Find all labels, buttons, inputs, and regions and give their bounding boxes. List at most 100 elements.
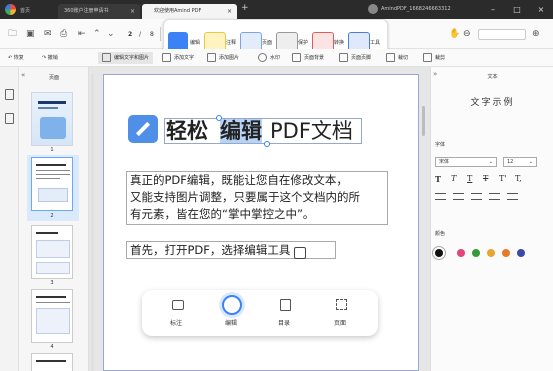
add-text-icon (162, 53, 171, 62)
page-background-button[interactable]: 页面背景 (292, 52, 324, 64)
add-text-button[interactable]: 添加文字 (162, 52, 194, 64)
up-icon[interactable]: ⌃ (93, 28, 101, 40)
edit-label: 添加图片 (219, 55, 240, 61)
page-thumbnail-5[interactable] (31, 353, 73, 371)
edit-text-image-button[interactable]: 编辑文字和图片 (98, 52, 154, 64)
edit-label: 裁切 (398, 55, 409, 61)
zoom-input[interactable] (478, 29, 526, 40)
pages-tool-icon (336, 299, 347, 310)
page-thumbnail-3[interactable] (31, 225, 73, 279)
tab-document-2[interactable]: 欢迎使用Amind PDF × (142, 4, 237, 19)
ribbon-label: 保护 (298, 40, 309, 46)
undo-button[interactable]: ↶ 恢复 (8, 52, 24, 64)
zoom-out-icon[interactable]: ⊖ (463, 28, 471, 40)
add-tab-icon[interactable]: + (241, 3, 249, 13)
header-footer-icon (339, 53, 348, 62)
close-icon[interactable]: × (130, 4, 135, 19)
page-thumbnail-2[interactable] (31, 157, 73, 211)
document-page[interactable]: 轻松 编辑 PDF文档 真正的PDF编辑，既能让您自在修改文本， 又能支持图片调… (103, 74, 419, 371)
page-thumbnail-1[interactable] (31, 92, 73, 146)
page-number-label: 3 (50, 280, 54, 286)
edit-label: 页面页脚 (351, 55, 372, 61)
color-swatch[interactable] (457, 249, 465, 257)
header-footer-button[interactable]: 页面页脚 (339, 52, 371, 64)
crop-button[interactable]: 裁剪 (423, 52, 445, 64)
align-justify-icon[interactable] (489, 193, 500, 200)
color-swatch[interactable] (502, 249, 510, 257)
edit-label: 添加文字 (174, 55, 195, 61)
color-swatch[interactable] (517, 249, 525, 257)
instruction-text-box[interactable]: 首先，打开PDF，选择编辑工具 (126, 241, 336, 259)
save-icon[interactable]: ▣ (26, 28, 35, 40)
bookmark-panel-icon[interactable] (5, 113, 14, 124)
collapse-panel-icon[interactable]: « (21, 71, 25, 79)
font-label: 字体 (435, 142, 446, 148)
main-toolbar: 🗀 ▣ ✉ ⎙ ⇤ ⌃ ⌄ 2 / 8 编辑 注释 页面 保护 转换 工具 ✋ … (0, 19, 553, 67)
thumb-line (36, 302, 70, 303)
thumb-image (36, 240, 70, 258)
down-icon[interactable]: ⌄ (107, 28, 115, 40)
edit-toolbar: ↶ 恢复 ↷ 撤销 编辑文字和图片 添加文字 添加图片 水印 页面背景 页面页脚… (0, 49, 553, 67)
crop-icon (423, 53, 432, 62)
bates-icon (386, 53, 395, 62)
chevron-down-icon: ⌄ (528, 159, 533, 165)
prev-page-icon[interactable]: ⇤ (78, 28, 86, 40)
heading-text-box[interactable] (164, 118, 362, 144)
minimize-icon[interactable]: – (482, 0, 504, 19)
edit-tool-icon (294, 246, 307, 259)
watermark-icon (258, 53, 267, 62)
tab-document-1[interactable]: 360账户注册申请书 × (58, 4, 140, 19)
align-center-icon[interactable] (453, 193, 464, 200)
align-distributed-icon[interactable] (507, 193, 518, 200)
tool-label: 目录 (278, 320, 291, 327)
tab-home[interactable]: 首页 (20, 4, 30, 19)
watermark-button[interactable]: 水印 (258, 52, 280, 64)
edit-label: 页面背景 (304, 55, 325, 61)
color-swatch[interactable] (487, 249, 495, 257)
page-number-label: 1 (50, 147, 54, 153)
hand-tool-icon[interactable]: ✋ (449, 28, 460, 40)
edit-label: 裁剪 (435, 55, 446, 61)
thumb-image (36, 308, 70, 334)
color-swatch[interactable] (435, 249, 443, 257)
style-underline-button[interactable]: T (467, 174, 472, 183)
tool-label: 页面 (334, 320, 347, 327)
folder-icon[interactable]: 🗀 (8, 28, 17, 40)
style-italic-button[interactable]: T (451, 174, 456, 183)
print-icon[interactable]: ⎙ (60, 28, 67, 40)
selection-handle-top[interactable] (216, 115, 222, 121)
bates-button[interactable]: 裁切 (386, 52, 408, 64)
ribbon-label: 注释 (226, 40, 237, 46)
page-thumbnail-4[interactable] (31, 289, 73, 343)
text-sample-preview: 文字示例 (470, 98, 515, 108)
ribbon-label: 转换 (334, 40, 345, 46)
style-superscript-button[interactable]: T' (499, 174, 507, 183)
paragraph-text-box[interactable]: 真正的PDF编辑，既能让您自在修改文本， 又能支持图片调整，只要属于这个文档内的… (126, 171, 388, 225)
redo-button[interactable]: ↷ 撤销 (42, 52, 58, 64)
account-name[interactable]: AmindPDF_1668246663312 (381, 6, 451, 12)
font-family-select[interactable]: 宋体 ⌄ (435, 157, 497, 167)
thumbnail-panel-icon[interactable] (5, 89, 14, 100)
style-subscript-button[interactable]: T, (515, 174, 522, 183)
style-strikethrough-button[interactable]: T (483, 174, 488, 183)
align-right-icon[interactable] (471, 193, 482, 200)
font-size-select[interactable]: 12 ⌄ (503, 157, 537, 167)
pen-icon-line (135, 121, 151, 137)
selection-handle-bottom[interactable] (264, 141, 270, 147)
title-bar: 首页 360账户注册申请书 × 欢迎使用Amind PDF × + AmindPDF… (0, 0, 553, 19)
vertical-scrollbar[interactable] (422, 106, 425, 136)
thumb-cover-image (40, 117, 66, 139)
style-bold-button[interactable]: T (435, 174, 441, 184)
user-avatar[interactable] (368, 4, 378, 14)
vertical-ruler (91, 74, 94, 371)
email-icon[interactable]: ✉ (44, 28, 52, 40)
panel-title: 文本 (487, 74, 498, 80)
maximize-icon[interactable]: □ (506, 0, 528, 19)
zoom-in-icon[interactable]: ⊕ (532, 28, 540, 40)
close-window-icon[interactable]: × (530, 0, 552, 19)
page-number-input[interactable]: 2 (128, 31, 132, 38)
color-swatch[interactable] (472, 249, 480, 257)
add-image-button[interactable]: 添加图片 (207, 52, 239, 64)
align-left-icon[interactable] (435, 193, 446, 200)
close-icon[interactable]: × (227, 4, 232, 19)
